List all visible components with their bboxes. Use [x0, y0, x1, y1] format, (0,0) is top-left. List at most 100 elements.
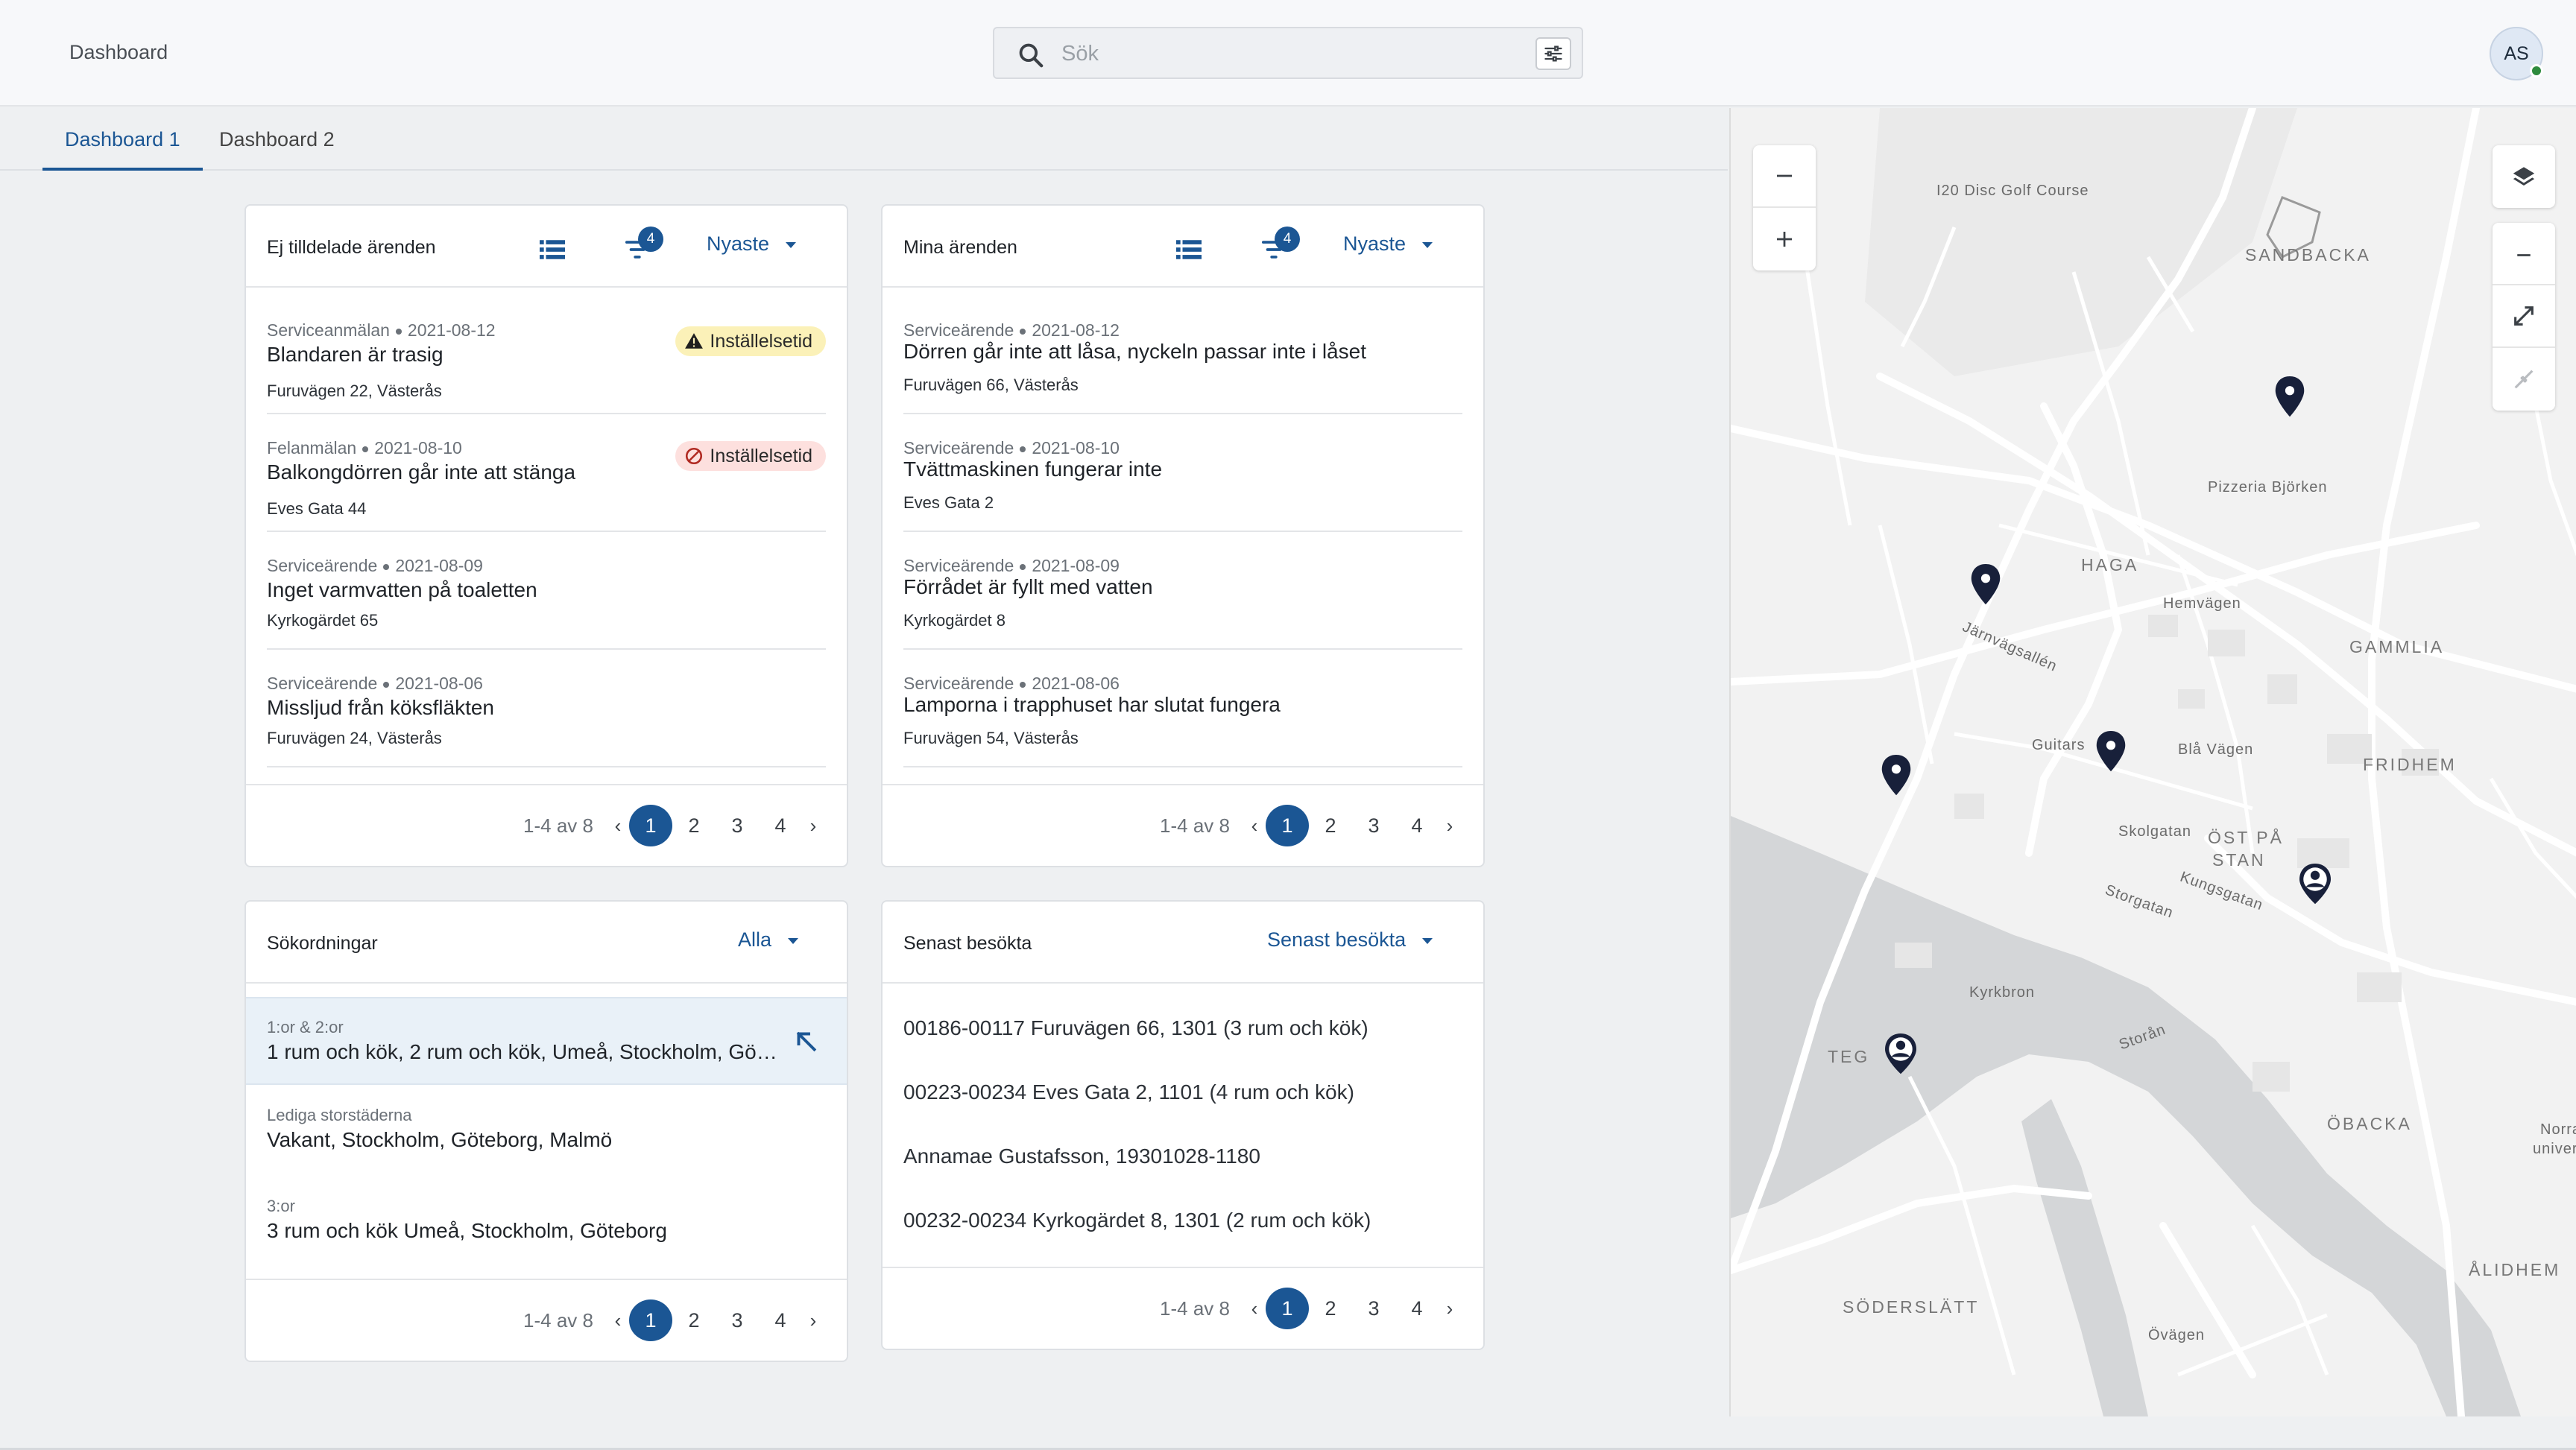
prev-page-icon[interactable]: ‹ — [607, 1309, 629, 1332]
page-button[interactable]: 1 — [629, 1299, 672, 1341]
case-type: Serviceärende — [267, 556, 378, 575]
minimize-button[interactable] — [2493, 223, 2555, 285]
page-button[interactable]: 4 — [1395, 805, 1439, 846]
tab-dashboard-1[interactable]: Dashboard 1 — [42, 124, 203, 171]
saved-search-criteria: Vakant, Stockholm, Göteborg, Malmö — [267, 1128, 613, 1151]
my-cases-card: Mina ärenden 4 Nyaste Serviceärende 2021-… — [881, 204, 1485, 867]
next-page-icon[interactable]: › — [1439, 814, 1461, 838]
page-button[interactable]: 3 — [716, 1299, 759, 1341]
status-badge: Inställelsetid — [675, 326, 826, 356]
page-button[interactable]: 1 — [1266, 1288, 1309, 1329]
list-item[interactable]: Serviceärende 2021-08-12 Dörren går inte … — [903, 297, 1462, 414]
map-view[interactable]: I20 Disc Golf Course SANDBACKA Pizzeria … — [1729, 108, 2576, 1416]
recent-item[interactable]: 00186-00117 Furuvägen 66, 1301 (3 rum oc… — [903, 1016, 1368, 1040]
page-button[interactable]: 1 — [1266, 805, 1309, 846]
card-header: Mina ärenden 4 Nyaste — [883, 206, 1483, 288]
page-button[interactable]: 2 — [1309, 1288, 1352, 1329]
next-page-icon[interactable]: › — [802, 814, 824, 838]
person-pin-icon[interactable] — [2299, 864, 2332, 905]
search-bar[interactable] — [993, 27, 1583, 79]
user-avatar[interactable]: AS — [2490, 27, 2543, 80]
tab-dashboard-2[interactable]: Dashboard 2 — [197, 124, 357, 171]
list-item[interactable]: Serviceärende 2021-08-06 Missljud från kö… — [267, 650, 826, 767]
pagination: 1-4 av 8 ‹ 1 2 3 4 › — [1160, 1288, 1461, 1329]
page-button[interactable]: 2 — [1309, 805, 1352, 846]
search-input[interactable] — [1061, 37, 1509, 70]
map-pin-icon[interactable] — [1880, 755, 1913, 797]
map-pin-icon[interactable] — [2273, 376, 2306, 418]
list-item[interactable]: Serviceärende 2021-08-09 Förrådet är fyll… — [903, 532, 1462, 650]
search-filter-button[interactable] — [1535, 37, 1571, 70]
status-badge-label: Inställelsetid — [710, 446, 812, 466]
sort-dropdown[interactable]: Nyaste — [707, 232, 797, 256]
page-button[interactable]: 4 — [759, 1299, 802, 1341]
zoom-in-button[interactable] — [1753, 208, 1816, 270]
person-pin-icon[interactable] — [1884, 1033, 1917, 1075]
zoom-in-icon — [1777, 232, 1792, 247]
page-button[interactable]: 3 — [716, 805, 759, 846]
case-title: Missljud från köksfläkten — [267, 696, 495, 719]
recent-item[interactable]: 00232-00234 Kyrkogärdet 8, 1301 (2 rum o… — [903, 1209, 1371, 1232]
zoom-out-icon — [1777, 174, 1792, 177]
filter-count-badge: 4 — [638, 227, 663, 252]
recent-item[interactable]: 00223-00234 Eves Gata 2, 1101 (4 rum och… — [903, 1080, 1354, 1104]
zoom-out-button[interactable] — [1753, 145, 1816, 208]
page-button[interactable]: 3 — [1352, 805, 1395, 846]
list-icon — [1176, 240, 1202, 259]
page-button[interactable]: 2 — [672, 1299, 716, 1341]
case-date: 2021-08-10 — [1032, 438, 1120, 458]
page-button[interactable]: 1 — [629, 805, 672, 846]
prev-page-icon[interactable]: ‹ — [1243, 1297, 1266, 1320]
saved-search-item[interactable]: Lediga storstäderna Vakant, Stockholm, G… — [246, 1086, 847, 1174]
filter-count-badge: 4 — [1275, 227, 1300, 252]
next-page-icon[interactable]: › — [1439, 1297, 1461, 1320]
list-item[interactable]: Serviceanmälan 2021-08-12 Blandaren är tr… — [267, 297, 826, 414]
case-date: 2021-08-09 — [395, 556, 483, 575]
arrow-up-left-icon[interactable] — [793, 1028, 820, 1055]
case-meta: Serviceärende 2021-08-12 — [903, 320, 1120, 341]
filter-button[interactable]: 4 — [620, 227, 663, 267]
prev-page-icon[interactable]: ‹ — [1243, 814, 1266, 838]
filter-dropdown[interactable]: Senast besökta — [1267, 928, 1433, 952]
filter-dropdown[interactable]: Alla — [738, 928, 799, 952]
case-date: 2021-08-12 — [1032, 320, 1120, 340]
list-item[interactable]: Serviceärende 2021-08-10 Tvättmaskinen fu… — [903, 414, 1462, 532]
case-title: Inget varmvatten på toaletten — [267, 578, 537, 601]
list-item[interactable]: Serviceärende 2021-08-06 Lamporna i trapp… — [903, 650, 1462, 767]
tune-icon — [1544, 45, 1562, 62]
case-title: Dörren går inte att låsa, nyckeln passar… — [903, 340, 1366, 363]
prev-page-icon[interactable]: ‹ — [607, 814, 629, 838]
case-address: Furuvägen 24, Västerås — [267, 729, 442, 747]
filter-button[interactable]: 4 — [1257, 227, 1300, 267]
next-page-icon[interactable]: › — [802, 1309, 824, 1332]
pagination-range: 1-4 av 8 — [523, 1308, 593, 1332]
list-item[interactable]: Felanmälan 2021-08-10 Balkongdörren går i… — [267, 414, 826, 532]
page-title: Dashboard — [69, 41, 168, 63]
card-title: Ej tilldelade ärenden — [267, 237, 436, 258]
page-button[interactable]: 4 — [1395, 1288, 1439, 1329]
map-pin-icon[interactable] — [1969, 564, 2002, 606]
avatar-initials: AS — [2504, 42, 2529, 64]
list-item[interactable]: Serviceärende 2021-08-09 Inget varmvatten… — [267, 532, 826, 650]
map-label: universitet — [2533, 1141, 2576, 1157]
expand-button[interactable] — [2493, 285, 2555, 348]
case-meta: Serviceärende 2021-08-06 — [903, 674, 1120, 694]
saved-searches-card: Sökordningar Alla 1:or & 2:or 1 rum och … — [244, 900, 848, 1362]
sort-dropdown[interactable]: Nyaste — [1343, 232, 1433, 256]
collapse-button[interactable] — [2493, 348, 2555, 411]
filter-label: Alla — [738, 928, 772, 951]
case-title: Tvättmaskinen fungerar inte — [903, 458, 1163, 481]
list-view-button[interactable] — [1172, 232, 1206, 267]
case-date: 2021-08-09 — [1032, 556, 1120, 575]
saved-search-item[interactable]: 1:or & 2:or 1 rum och kök, 2 rum och kök… — [246, 997, 847, 1085]
page-button[interactable]: 4 — [759, 805, 802, 846]
saved-search-item[interactable]: 3:or 3 rum och kök Umeå, Stockholm, Göte… — [246, 1177, 847, 1265]
recent-item[interactable]: Annamae Gustafsson, 19301028-1180 — [903, 1145, 1260, 1168]
blocked-icon — [686, 447, 703, 465]
page-button[interactable]: 2 — [672, 805, 716, 846]
map-pin-icon[interactable] — [2094, 731, 2127, 773]
case-title: Blandaren är trasig — [267, 343, 443, 366]
layers-button[interactable] — [2493, 145, 2555, 208]
page-button[interactable]: 3 — [1352, 1288, 1395, 1329]
list-view-button[interactable] — [535, 232, 569, 267]
